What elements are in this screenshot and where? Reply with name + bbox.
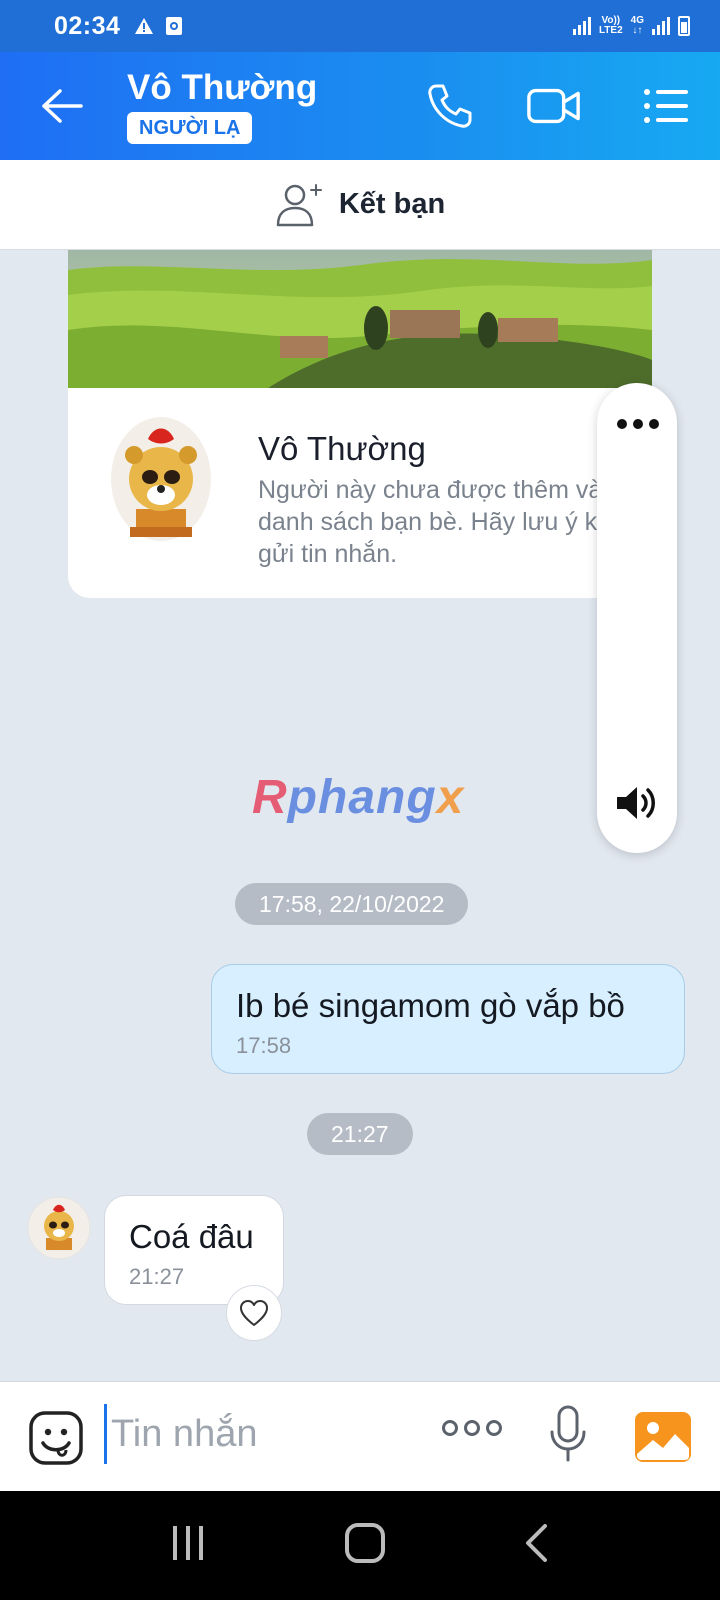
- voice-message-button[interactable]: [548, 1404, 588, 1469]
- data-arrows-icon: ↓↑: [632, 25, 643, 36]
- recent-apps-button[interactable]: [169, 1524, 207, 1567]
- notification-icon: [166, 17, 183, 35]
- watermark-part-1: R: [252, 771, 288, 824]
- status-left-icons: [134, 17, 183, 35]
- signal-icon-2: [652, 17, 670, 35]
- message-input[interactable]: [104, 1404, 404, 1464]
- profile-name: Vô Thường: [258, 430, 426, 467]
- phone-call-button[interactable]: [422, 78, 478, 134]
- heart-icon: [240, 1300, 268, 1326]
- contact-name[interactable]: Vô Thường: [127, 68, 317, 108]
- back-button[interactable]: [38, 82, 86, 130]
- add-friend-label: Kết bạn: [338, 188, 446, 220]
- microphone-icon: [550, 1405, 586, 1462]
- phone-icon: [428, 84, 472, 128]
- back-arrow-icon: [42, 89, 83, 123]
- status-bar: 02:34 Vo)) LTE2 4G ↓↑: [0, 0, 720, 52]
- outgoing-message[interactable]: Ib bé singamom gò vắp bồ 17:58: [211, 964, 685, 1074]
- status-right-icons: Vo)) LTE2 4G ↓↑: [572, 16, 690, 36]
- stranger-badge: NGƯỜI LẠ: [127, 112, 253, 144]
- time-divider: 17:58, 22/10/2022: [235, 883, 469, 925]
- time-divider: 21:27: [307, 1113, 413, 1155]
- profile-avatar: [111, 417, 211, 541]
- back-nav-button[interactable]: [523, 1523, 551, 1568]
- more-options-button[interactable]: [617, 419, 659, 429]
- message-text: Coá đâu: [129, 1218, 254, 1255]
- home-icon: [344, 1523, 385, 1563]
- message-input-bar: [0, 1381, 720, 1491]
- video-call-icon: [527, 88, 580, 124]
- status-time: 02:34: [54, 11, 121, 40]
- system-navigation-bar: [0, 1491, 720, 1600]
- stranger-warning-text: Người này chưa được thêm vào danh sách b…: [258, 476, 617, 568]
- network-type: 4G ↓↑: [631, 16, 644, 36]
- watermark-part-3: x: [436, 771, 465, 824]
- watermark-part-2: phang: [287, 771, 437, 824]
- signal-icon: [572, 17, 591, 35]
- message-text: Ib bé singamom gò vắp bồ: [236, 987, 625, 1024]
- battery-icon: [678, 16, 690, 36]
- home-button[interactable]: [344, 1522, 386, 1569]
- sender-avatar[interactable]: [27, 1196, 91, 1260]
- back-nav-icon: [526, 1524, 548, 1562]
- gallery-button[interactable]: [635, 1412, 691, 1467]
- options-menu-button[interactable]: [638, 78, 694, 134]
- sticker-icon: [29, 1411, 83, 1465]
- message-time: 21:27: [129, 1264, 185, 1289]
- profile-card[interactable]: Vô Thường Người này chưa được thêm vào d…: [68, 250, 652, 598]
- sender-avatar-image: [29, 1198, 89, 1258]
- recent-apps-icon: [172, 1526, 203, 1560]
- cover-photo: [68, 250, 652, 388]
- more-actions-button[interactable]: [442, 1420, 502, 1436]
- add-friend-icon: [276, 183, 322, 226]
- message-time: 17:58: [236, 1033, 292, 1058]
- speaker-icon: [617, 787, 655, 819]
- add-friend-button[interactable]: Kết bạn: [0, 160, 720, 250]
- chat-header: Vô Thường NGƯỜI LẠ: [0, 52, 720, 160]
- network-bottom-label: LTE2: [598, 25, 623, 36]
- emoji-button[interactable]: [28, 1410, 84, 1471]
- menu-icon: [644, 89, 688, 123]
- watermark-logo: Rphangx: [252, 770, 464, 825]
- speaker-button[interactable]: [615, 783, 659, 828]
- floating-side-panel: [597, 383, 677, 853]
- react-button[interactable]: [226, 1285, 282, 1341]
- video-call-button[interactable]: [526, 78, 582, 134]
- network-label: Vo)) LTE2: [599, 16, 623, 36]
- alert-icon: [135, 18, 154, 34]
- image-icon: [635, 1412, 691, 1462]
